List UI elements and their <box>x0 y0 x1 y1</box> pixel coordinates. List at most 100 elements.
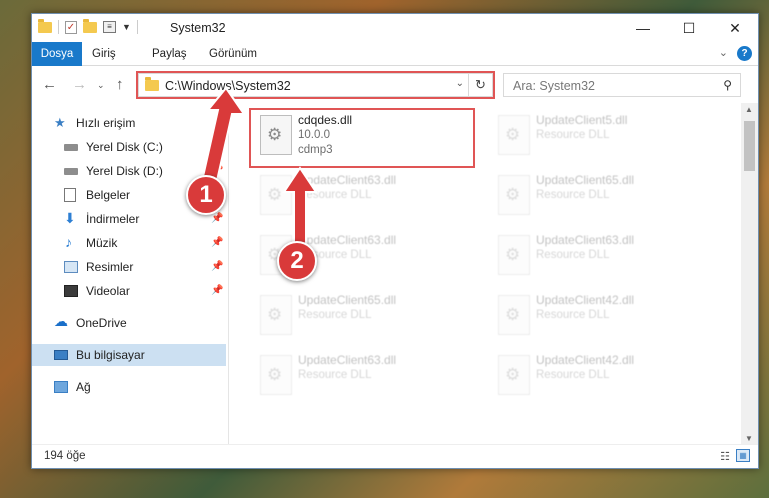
file-item[interactable]: UpdateClient63.dll Resource DLL <box>488 227 718 281</box>
sidebar-item-music[interactable]: ♪ Müzik 📌 <box>32 232 226 254</box>
sidebar-item-label: Ağ <box>76 380 91 394</box>
tab-file[interactable]: Dosya <box>32 42 82 66</box>
recent-chevron-icon[interactable]: ⌄ <box>97 80 105 91</box>
toolbar-separator <box>136 20 138 34</box>
scrollbar-thumb[interactable] <box>744 121 755 171</box>
dll-file-icon <box>498 115 530 155</box>
dll-file-icon <box>498 295 530 335</box>
tab-share[interactable]: Paylaş <box>152 42 187 66</box>
back-arrow-icon[interactable]: ← <box>42 76 57 93</box>
annotation-badge-2: 2 <box>277 241 317 281</box>
sidebar-item-label: OneDrive <box>76 316 127 330</box>
sidebar-item-label: Hızlı erişim <box>76 116 136 130</box>
explorer-window: ✓ ≡ ▼ System32 — ☐ ✕ Dosya Giriş Paylaş … <box>31 13 759 469</box>
ribbon-tabs: Dosya Giriş Paylaş Görünüm ⌄ ? <box>32 42 758 66</box>
folder-icon[interactable] <box>38 18 52 33</box>
search-input[interactable]: Ara: System32 ⚲ <box>503 73 741 97</box>
item-count: 194 öğe <box>44 450 86 462</box>
details-view-icon[interactable]: ☷ <box>720 450 730 463</box>
sidebar-item-label: Yerel Disk (D:) <box>86 164 163 178</box>
pin-icon[interactable]: 📌 <box>211 261 223 272</box>
file-description: Resource DLL <box>536 249 610 261</box>
file-item[interactable]: UpdateClient65.dll Resource DLL <box>488 167 718 221</box>
sidebar-item-label: Videolar <box>86 284 130 298</box>
tab-view[interactable]: Görünüm <box>209 42 257 66</box>
window-title: System32 <box>170 21 226 35</box>
quick-access-toolbar: ✓ ≡ ▼ <box>38 18 138 34</box>
file-name: UpdateClient63.dll <box>536 233 635 247</box>
tiles-view-icon[interactable]: ▦ <box>736 449 750 462</box>
file-item[interactable]: UpdateClient65.dll Resource DLL <box>250 287 480 341</box>
dll-file-icon <box>498 175 530 215</box>
sidebar-item-label: Müzik <box>86 236 118 250</box>
dll-file-icon <box>260 355 292 395</box>
sidebar-item-label: Yerel Disk (C:) <box>86 140 163 154</box>
music-icon: ♪ <box>65 234 72 250</box>
file-name: UpdateClient42.dll <box>536 353 635 367</box>
maximize-button[interactable]: ☐ <box>666 14 712 42</box>
documents-icon <box>64 188 76 202</box>
vertical-scrollbar[interactable]: ▲ ▼ <box>741 103 758 445</box>
file-item[interactable]: UpdateClient5.dll Resource DLL <box>488 107 718 161</box>
scroll-up-icon[interactable]: ▲ <box>745 105 753 114</box>
title-bar: ✓ ≡ ▼ System32 — ☐ ✕ <box>32 14 758 42</box>
minimize-button[interactable]: — <box>620 14 666 42</box>
file-item[interactable]: UpdateClient42.dll Resource DLL <box>488 287 718 341</box>
file-name: UpdateClient5.dll <box>536 113 628 127</box>
sidebar-item-network[interactable]: Ağ <box>32 376 226 398</box>
sidebar-item-label: Belgeler <box>86 188 131 202</box>
dll-file-icon <box>260 295 292 335</box>
drive-icon <box>64 168 78 175</box>
cloud-icon: ☁ <box>54 313 68 329</box>
file-name: UpdateClient42.dll <box>536 293 635 307</box>
navigation-bar: ← → ⌄ ↑ C:\Windows\System32 ⌄ ↻ Ara: Sys… <box>32 67 758 103</box>
up-arrow-icon[interactable]: ↑ <box>116 76 124 93</box>
download-icon: ⬇ <box>64 210 76 226</box>
dll-file-icon <box>498 235 530 275</box>
sidebar-item-pictures[interactable]: Resimler 📌 <box>32 256 226 278</box>
chevron-down-icon[interactable]: ▼ <box>122 22 131 32</box>
file-name: UpdateClient65.dll <box>536 173 635 187</box>
file-item[interactable]: UpdateClient42.dll Resource DLL <box>488 347 718 401</box>
pin-icon[interactable]: 📌 <box>211 285 223 296</box>
sidebar-item-onedrive[interactable]: ☁ OneDrive <box>32 312 226 334</box>
network-icon <box>54 381 68 393</box>
file-name: UpdateClient63.dll <box>298 353 397 367</box>
toolbar-separator <box>58 20 59 34</box>
expand-ribbon-icon[interactable]: ⌄ <box>719 46 728 59</box>
annotation-badge-1: 1 <box>186 175 226 215</box>
file-description: Resource DLL <box>536 369 610 381</box>
tab-home[interactable]: Giriş <box>92 42 116 66</box>
scroll-down-icon[interactable]: ▼ <box>745 434 753 443</box>
pin-icon[interactable]: 📌 <box>211 237 223 248</box>
sidebar-item-label: Resimler <box>86 260 134 274</box>
properties-check-icon[interactable]: ✓ <box>65 20 77 34</box>
new-folder-icon[interactable] <box>83 18 97 33</box>
pin-icon[interactable]: 📌 <box>211 213 223 224</box>
file-description: Resource DLL <box>298 309 372 321</box>
file-description: Resource DLL <box>536 189 610 201</box>
videos-icon <box>64 285 78 297</box>
file-description: Resource DLL <box>298 369 372 381</box>
status-bar: 194 öğe ☷ ▦ <box>32 444 758 468</box>
close-button[interactable]: ✕ <box>712 14 758 42</box>
sidebar-item-videos[interactable]: Videolar 📌 <box>32 280 226 302</box>
customize-toolbar-icon[interactable]: ≡ <box>103 21 116 33</box>
file-description: Resource DLL <box>536 129 610 141</box>
file-highlight-box <box>249 108 475 168</box>
sidebar-item-this-pc[interactable]: Bu bilgisayar <box>32 344 226 366</box>
dll-file-icon <box>498 355 530 395</box>
file-name: UpdateClient65.dll <box>298 293 397 307</box>
search-icon[interactable]: ⚲ <box>723 78 732 92</box>
file-description: Resource DLL <box>536 309 610 321</box>
sidebar-item-label: İndirmeler <box>86 212 140 226</box>
drive-icon <box>64 144 78 151</box>
help-icon[interactable]: ? <box>737 46 752 61</box>
forward-arrow-icon[interactable]: → <box>72 76 87 93</box>
file-item[interactable]: UpdateClient63.dll Resource DLL <box>250 347 480 401</box>
star-icon: ★ <box>54 115 66 130</box>
search-placeholder: Ara: System32 <box>513 79 595 93</box>
computer-icon <box>54 350 68 360</box>
sidebar-item-label: Bu bilgisayar <box>76 348 145 362</box>
pictures-icon <box>64 261 78 273</box>
